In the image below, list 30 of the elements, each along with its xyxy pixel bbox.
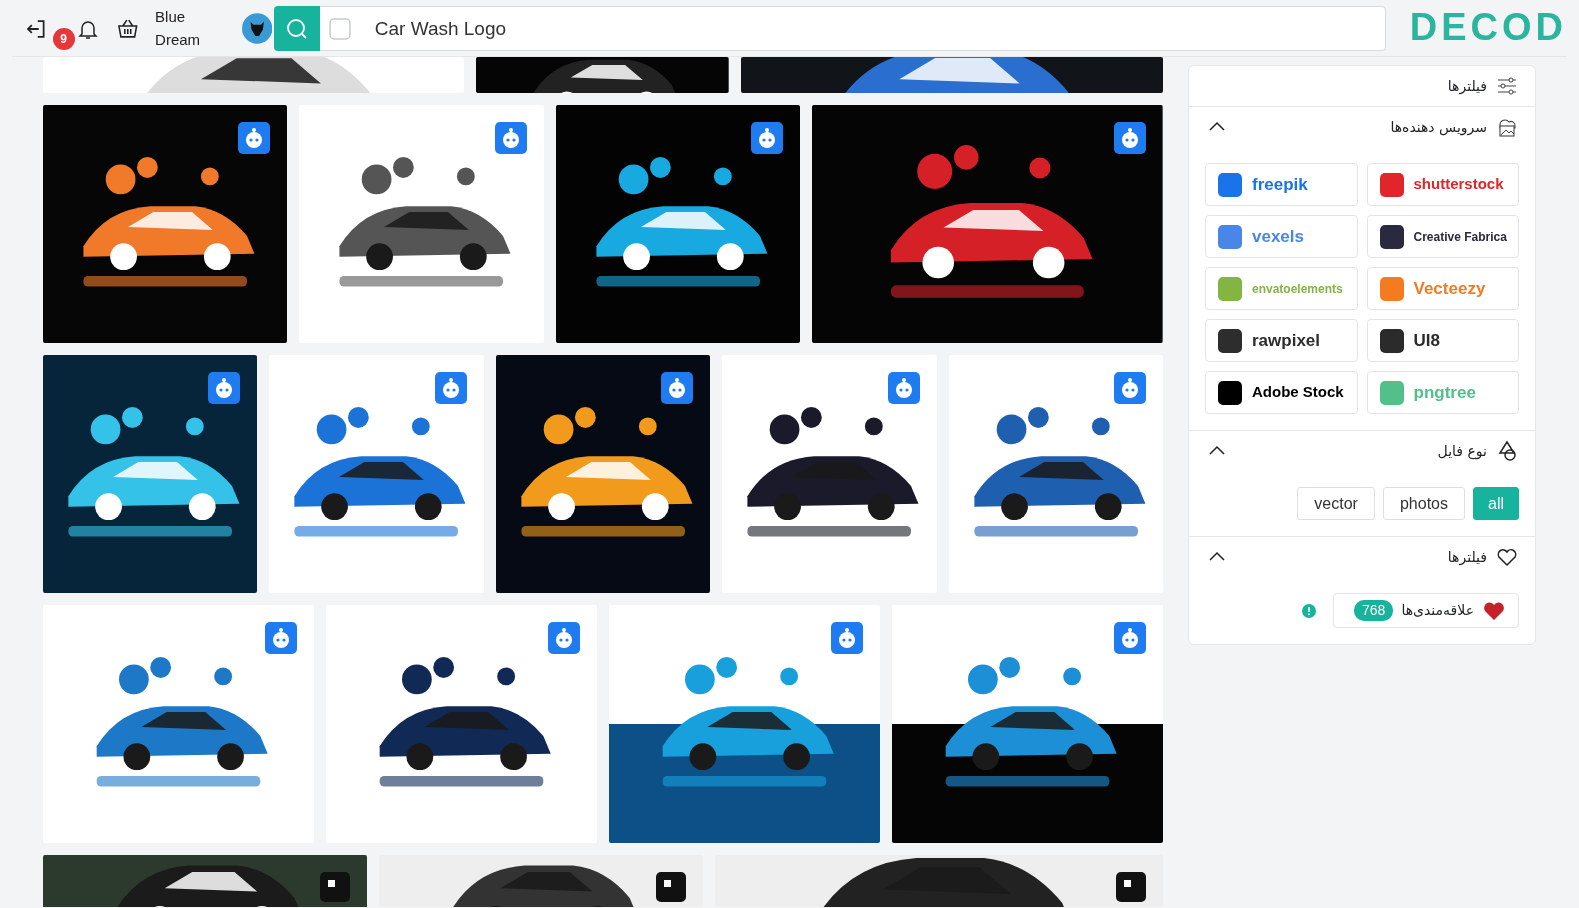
section-title: سرویس دهنده‌ها [1390,117,1487,138]
robot-icon[interactable] [238,122,271,154]
provider-button[interactable]: shutterstock [1366,163,1519,206]
favorites-label: علاقه‌مندی‌ها [1401,601,1474,620]
filters-title: فیلترها [1447,76,1487,97]
search-icon [284,16,309,41]
avatar[interactable] [241,13,273,44]
provider-button[interactable]: vexels [1205,215,1358,258]
square-icon[interactable] [320,872,351,902]
provider-button[interactable]: freepik [1205,163,1358,206]
square-icon[interactable] [655,872,686,902]
count-badge: 768 [1354,600,1394,621]
provider-button[interactable]: rawpixel [1205,319,1358,362]
section-title: نوع فایل [1437,441,1487,462]
square-icon[interactable] [1116,872,1146,902]
provider-button[interactable]: Adobe Stock [1205,371,1358,414]
user-name[interactable]: Blue Dream [155,6,233,51]
provider-button[interactable]: UI8 [1366,319,1519,362]
notification-badge: 9 [52,28,75,51]
robot-icon[interactable] [208,372,241,404]
provider-button[interactable]: Creative Fabrica [1366,215,1519,258]
robot-icon[interactable] [751,122,784,154]
filter-icon [1495,74,1519,98]
section-title: فیلترها [1447,547,1487,568]
search-field[interactable]: Car Wash Logo [319,6,1386,51]
robot-icon[interactable] [1114,122,1146,154]
info-icon [1301,602,1317,619]
robot-icon[interactable] [661,372,694,404]
file-type-button[interactable]: photos [1382,487,1465,520]
file-type-button[interactable]: vector [1297,487,1375,520]
